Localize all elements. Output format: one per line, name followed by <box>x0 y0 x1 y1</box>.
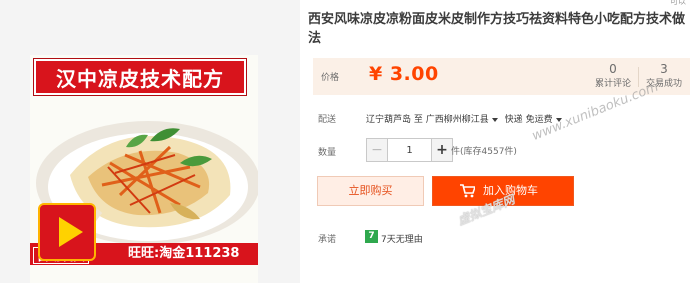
chevron-down-icon[interactable] <box>491 117 498 122</box>
buy-now-button[interactable]: 立即购买 <box>317 176 424 206</box>
shopping-cart-icon <box>460 184 475 198</box>
review-count: 0 <box>609 62 617 76</box>
stock-info: 件(库存4557件) <box>451 147 517 157</box>
top-hint-text: 可以 <box>670 0 686 6</box>
quantity-increase-button[interactable]: + <box>431 139 452 161</box>
price-label: 价格 <box>321 73 340 83</box>
shipping-method-select[interactable]: 快递 <box>505 115 523 125</box>
product-info-panel: 可以 西安风味凉皮凉粉面皮米皮制作方技巧祛资料特色小吃配方技术做法 价格 ¥ 3… <box>308 0 690 283</box>
wangwang-contact-text: 旺旺:淘金111238 <box>128 246 240 261</box>
shipping-info: 辽宁葫芦岛 至 广西柳州柳江县 快递 免运费 <box>366 112 566 125</box>
video-play-icon[interactable] <box>38 203 96 261</box>
price-value: ¥ 3.00 <box>369 63 439 85</box>
quantity-label: 数量 <box>318 148 337 158</box>
shipping-to-word: 至 <box>413 115 423 125</box>
review-count-stat[interactable]: 0 累计评论 <box>588 62 638 91</box>
quantity-stepper: − + <box>366 138 453 162</box>
shipping-from: 辽宁葫芦岛 <box>366 115 412 125</box>
seven-day-return-icon: 7 <box>365 230 378 243</box>
shipping-destination-select[interactable]: 广西柳州柳江县 <box>426 115 489 125</box>
product-main-image[interactable]: 汉中凉皮技术配方 自动发货 旺旺:淘金111238 <box>30 55 258 283</box>
image-banner-title: 汉中凉皮技术配方 <box>34 59 246 95</box>
shipping-label: 配送 <box>318 115 337 125</box>
promise-text[interactable]: 7天无理由 <box>381 232 423 245</box>
product-title: 西安风味凉皮凉粉面皮米皮制作方技巧祛资料特色小吃配方技术做法 <box>308 12 686 46</box>
quantity-input[interactable] <box>388 139 431 161</box>
sales-count: 3 <box>660 62 668 76</box>
quantity-decrease-button[interactable]: − <box>367 139 388 161</box>
image-gallery: 汉中凉皮技术配方 自动发货 旺旺:淘金111238 <box>0 0 300 283</box>
promise-label: 承诺 <box>318 235 337 245</box>
